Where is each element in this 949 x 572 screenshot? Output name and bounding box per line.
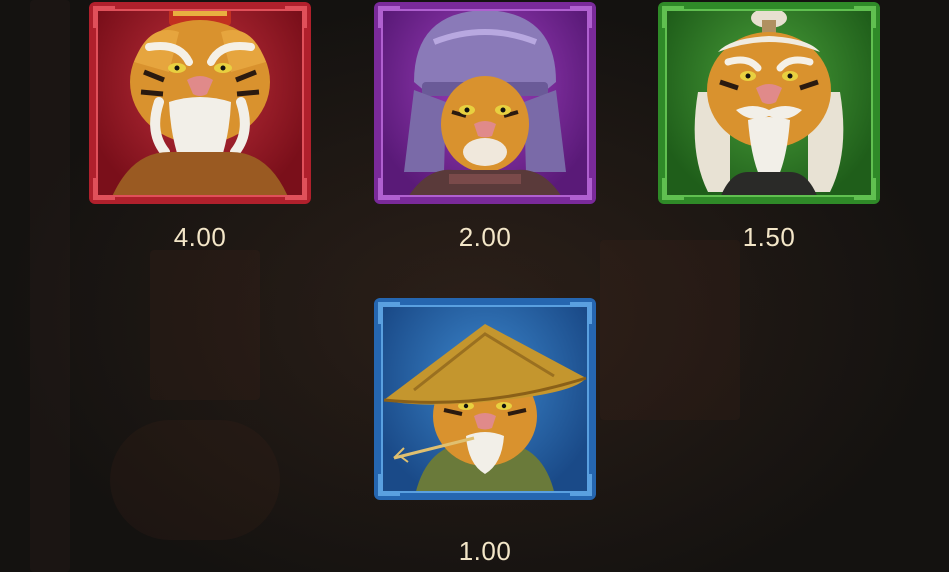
frame-corner-ornament	[570, 302, 592, 324]
frame-corner-ornament	[378, 178, 400, 200]
background-pillar	[30, 0, 70, 572]
payout-value-green: 1.50	[742, 222, 796, 252]
frame-corner-ornament	[854, 6, 876, 28]
frame-corner-ornament	[570, 6, 592, 28]
background-shelf	[600, 240, 740, 420]
background-lantern	[110, 420, 280, 540]
frame-corner-ornament	[285, 178, 307, 200]
frame-corner-ornament	[662, 6, 684, 28]
frame-corner-ornament	[570, 178, 592, 200]
frame-corner-ornament	[378, 474, 400, 496]
frame-corner-ornament	[662, 178, 684, 200]
frame-corner-ornament	[570, 474, 592, 496]
payout-value-red: 4.00	[173, 222, 227, 252]
frame-corner-ornament	[378, 6, 400, 28]
symbol-purple-tiger-warrior	[374, 2, 596, 204]
symbol-green-tiger-sage	[658, 2, 880, 204]
frame-corner-ornament	[285, 6, 307, 28]
symbol-frame	[374, 2, 596, 204]
frame-corner-ornament	[854, 178, 876, 200]
payout-value-blue: 1.00	[458, 536, 512, 566]
symbol-frame	[658, 2, 880, 204]
paytable-screen: 4.00 2.00 1.50 1.00	[0, 0, 949, 572]
symbol-frame	[89, 2, 311, 204]
background-shelf	[150, 250, 260, 400]
symbol-frame	[374, 298, 596, 500]
payout-value-purple: 2.00	[458, 222, 512, 252]
symbol-red-tiger-elder	[89, 2, 311, 204]
frame-corner-ornament	[378, 302, 400, 324]
frame-corner-ornament	[93, 178, 115, 200]
frame-corner-ornament	[93, 6, 115, 28]
symbol-blue-tiger-farmer	[374, 298, 596, 500]
